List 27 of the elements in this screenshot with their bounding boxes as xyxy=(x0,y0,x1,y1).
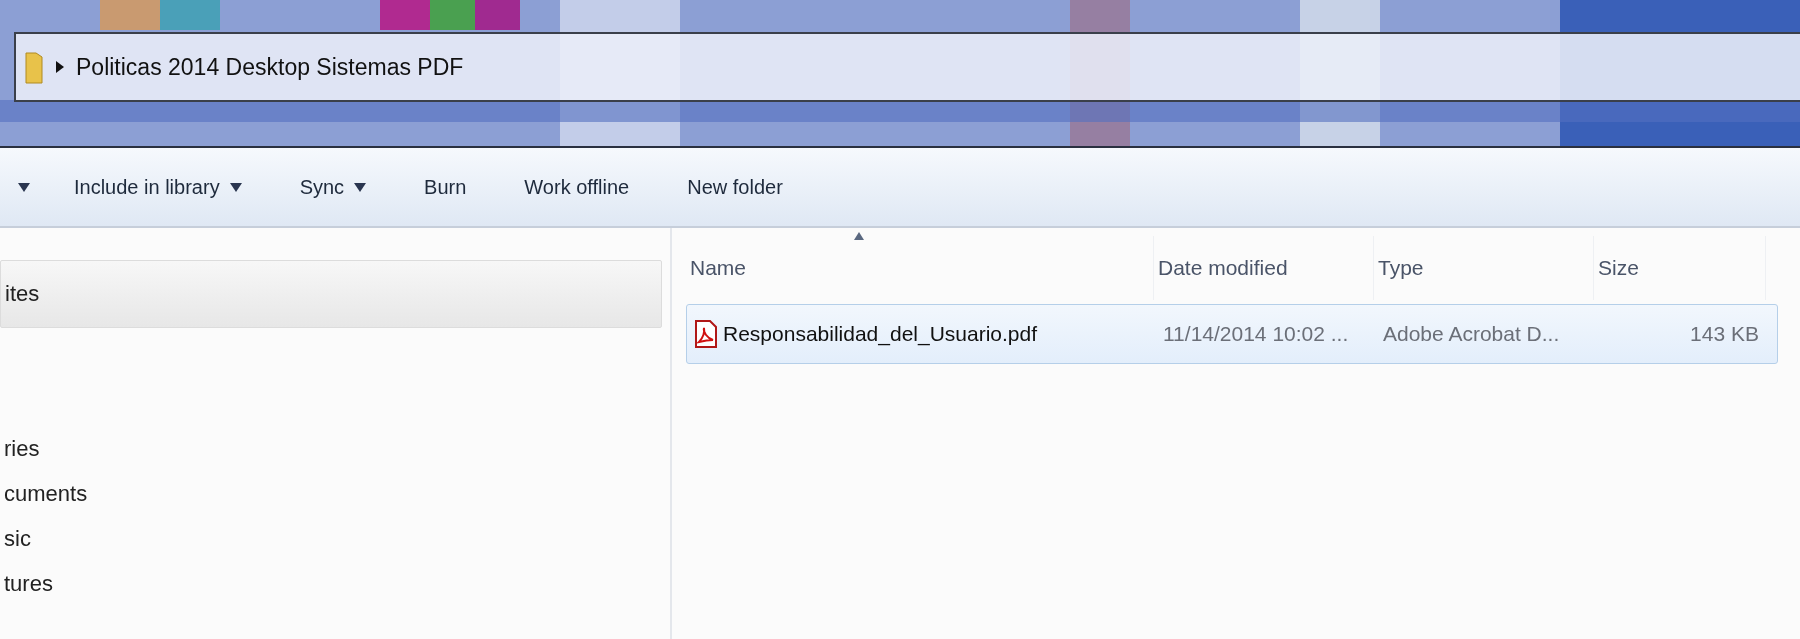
sidebar-item[interactable]: sic xyxy=(0,516,670,561)
toolbar-button[interactable]: Work offline xyxy=(506,169,648,205)
file-row[interactable]: Responsabilidad_del_Usuario.pdf 11/14/2014 10:02 ... Adobe Acrobat D... 143 KB xyxy=(686,304,1778,364)
toolbar-button[interactable]: Include in library xyxy=(56,169,260,205)
sidebar-item[interactable]: ites xyxy=(0,260,662,328)
address-bar[interactable]: Politicas 2014 Desktop Sistemas PDF xyxy=(14,32,1800,102)
caret-icon xyxy=(354,182,367,192)
column-header[interactable]: Size xyxy=(1594,236,1766,300)
caret-icon xyxy=(18,182,30,192)
caret-icon xyxy=(229,182,242,192)
file-name: Responsabilidad_del_Usuario.pdf xyxy=(723,322,1038,346)
size-cell-text: 143 KB xyxy=(1689,322,1760,346)
pdf-icon xyxy=(695,320,717,348)
column-header[interactable]: Date modified xyxy=(1154,236,1374,300)
date-cell-text: 11/14/2014 10:02 ... xyxy=(1162,322,1350,346)
sidebar-item[interactable]: ries xyxy=(0,426,670,471)
sidebar-item[interactable]: cuments xyxy=(0,471,670,516)
column-header[interactable]: Type xyxy=(1374,236,1594,300)
toolbar-button[interactable]: New folder xyxy=(669,169,801,205)
folder-icon xyxy=(24,49,44,85)
column-header[interactable]: Name xyxy=(686,236,1154,300)
toolbar-button[interactable]: Burn xyxy=(406,169,485,205)
breadcrumb-text[interactable]: Politicas 2014 Desktop Sistemas PDF xyxy=(76,53,464,81)
chevron-icon[interactable] xyxy=(56,61,64,73)
toolbar-button[interactable]: Sync xyxy=(281,169,385,205)
type-cell-text: Adobe Acrobat D... xyxy=(1382,322,1561,346)
sidebar-item[interactable]: tures xyxy=(0,561,670,606)
